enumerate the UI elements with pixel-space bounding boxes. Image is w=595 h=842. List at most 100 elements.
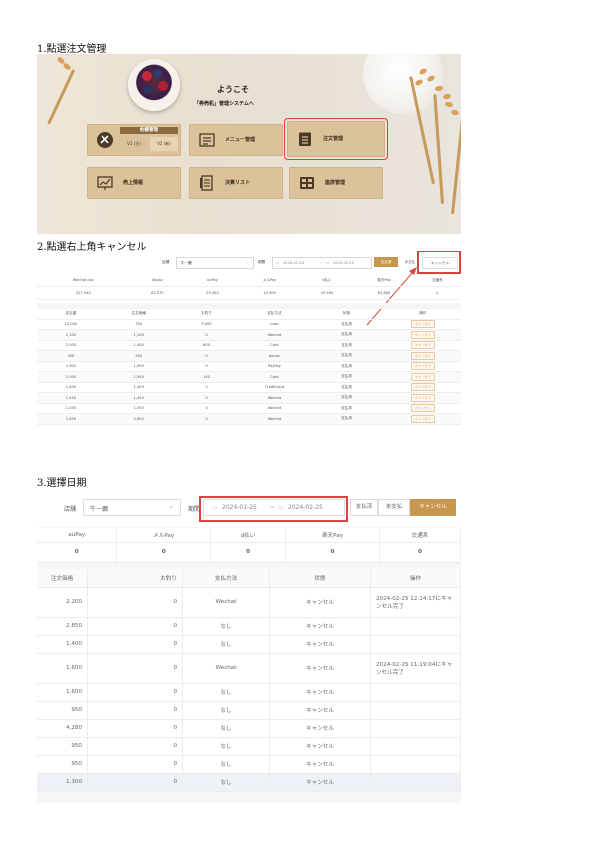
- table-cell: 0: [87, 755, 183, 774]
- chevron-down-icon: ⌄: [168, 502, 174, 510]
- sales-info-button[interactable]: 売上情報: [87, 167, 181, 199]
- table-cell: Wechat: [240, 392, 309, 404]
- table-cell: 1,450: [37, 392, 105, 404]
- settlement-list-button[interactable]: 決算リスト: [189, 167, 283, 199]
- row-cancel-button[interactable]: キャンセル: [410, 393, 435, 402]
- table-row: 1,100 1,100 0 Wechat 支払済 キャンセル: [37, 329, 461, 341]
- tools-icon: [97, 132, 113, 148]
- orders-table: 注文価格 お釣り 支払方法 状態 操作 2,200 0 Wechat キャンセル 202…: [37, 569, 461, 792]
- cell-action: キャンセル: [384, 371, 461, 383]
- table-cell: 0: [87, 719, 183, 738]
- row-cancel-button[interactable]: キャンセル: [410, 341, 435, 350]
- table-cell: 1,950: [104, 371, 173, 383]
- table-row: 10,000 700 9,300 Cash 支払済 キャンセル: [37, 319, 461, 330]
- table-cell: 0: [172, 329, 241, 341]
- table-cell: 10,000: [37, 319, 105, 330]
- table-row: 950 0 なし キャンセル: [37, 701, 461, 720]
- table-row: 2,850 0 なし キャンセル: [37, 617, 461, 636]
- seat-grid-icon: [300, 177, 314, 189]
- berry-bowl-image: [128, 59, 180, 111]
- summary-value-row: 327,540 62,570 20,450 10,900 29,560 61,8…: [37, 286, 461, 300]
- table-cell: 550: [104, 350, 173, 362]
- table-cell: 2,200: [37, 587, 88, 618]
- highlight-date-box: [199, 496, 348, 522]
- summary-value: 62,570: [129, 286, 185, 300]
- cell-action-note: [370, 755, 461, 774]
- summary-table: auPay メルPay d払い 楽天Pay 交通系 0 0 0 0 0: [37, 528, 461, 563]
- summary-header: Alipay: [129, 275, 185, 287]
- table-cell: なし: [182, 719, 270, 738]
- table-cell: Wechat: [240, 329, 309, 341]
- table-cell: 支払済: [308, 329, 385, 341]
- table-cell: 0: [172, 382, 241, 393]
- row-cancel-button[interactable]: キャンセル: [410, 404, 435, 413]
- summary-header: メルPay: [240, 275, 300, 287]
- column-header: お釣り: [87, 569, 183, 588]
- cell-action: キャンセル: [384, 413, 461, 425]
- table-cell: 支払済: [308, 350, 385, 362]
- column-header: 支払方法: [240, 309, 309, 320]
- summary-header-row: auPay メルPay d払い 楽天Pay 交通系: [37, 528, 461, 543]
- table-cell: 0: [87, 773, 183, 792]
- table-cell: 0: [172, 403, 241, 414]
- reservation-v2-button[interactable]: V2 (新): [150, 137, 178, 151]
- table-cell: 550: [37, 350, 105, 362]
- table-cell: PayPay: [240, 361, 309, 372]
- table-row: 2,200 0 Wechat キャンセル 2024-02-25 12:14:17にキャン…: [37, 587, 461, 618]
- row-cancel-button[interactable]: キャンセル: [410, 330, 435, 339]
- table-cell: 1,450: [104, 392, 173, 404]
- store-label: 店舗: [64, 506, 77, 513]
- reservation-v1-button[interactable]: V1 (古): [120, 137, 148, 151]
- menu-management-label: メニュー管理: [225, 137, 256, 143]
- table-cell: Wechat: [182, 653, 270, 684]
- table-cell: 1,400: [104, 382, 173, 393]
- table-cell: 1,050: [37, 403, 105, 414]
- unpaid-button[interactable]: 未支払: [378, 499, 410, 516]
- table-cell: Cash: [240, 319, 309, 330]
- table-cell: 2,650: [104, 413, 173, 425]
- table-cell: 1,050: [104, 403, 173, 414]
- table-cell: キャンセル: [269, 773, 371, 792]
- order-management-button[interactable]: 注文管理: [284, 118, 388, 160]
- table-cell: 1,100: [104, 329, 173, 341]
- summary-value: 0: [413, 286, 461, 300]
- table-row: 550 550 0 Alipay 支払済 キャンセル: [37, 350, 461, 362]
- table-cell: 9,300: [172, 319, 241, 330]
- cell-action-note: [370, 737, 461, 756]
- column-header: お釣り: [172, 309, 241, 320]
- step-3-heading: 3.選擇日期: [37, 478, 87, 489]
- summary-header: d払い: [299, 275, 355, 287]
- row-cancel-button[interactable]: キャンセル: [410, 320, 435, 329]
- row-cancel-button[interactable]: キャンセル: [410, 414, 435, 423]
- paid-button[interactable]: 支払済: [350, 499, 378, 516]
- table-cell: 0: [87, 653, 183, 684]
- table-row: 1,400 1,400 0 CreditCard 支払済 キャンセル: [37, 382, 461, 393]
- row-cancel-button[interactable]: キャンセル: [410, 383, 435, 392]
- summary-header-row: Wechat pay Alipay auPay メルPay d払い 楽天Pay …: [37, 275, 461, 287]
- summary-value: 327,540: [37, 286, 130, 300]
- summary-value: 0: [37, 542, 118, 563]
- receipt-icon: [200, 175, 213, 191]
- table-cell: 1,900: [37, 361, 105, 372]
- table-cell: キャンセル: [269, 719, 371, 738]
- table-cell: 4,280: [37, 719, 88, 738]
- row-cancel-button[interactable]: キャンセル: [410, 362, 435, 371]
- seat-management-button[interactable]: 座席管理: [289, 167, 383, 199]
- milk-cup-image: [363, 54, 443, 114]
- table-cell: 2,095: [37, 371, 105, 383]
- row-cancel-button[interactable]: キャンセル: [410, 372, 435, 381]
- cell-action: キャンセル: [384, 329, 461, 341]
- row-cancel-button[interactable]: キャンセル: [410, 351, 435, 360]
- table-cell: 145: [172, 371, 241, 383]
- summary-header: Wechat pay: [37, 275, 130, 287]
- table-cell: 支払済: [308, 371, 385, 383]
- table-cell: なし: [182, 701, 270, 720]
- cancel-filter-button[interactable]: キャンセル: [410, 499, 456, 516]
- order-management-label: 注文管理: [323, 136, 344, 142]
- table-cell: 950: [37, 701, 88, 720]
- menu-management-button[interactable]: メニュー管理: [189, 124, 283, 156]
- table-cell: 0: [172, 350, 241, 362]
- store-select[interactable]: 牛一鵬 ⌄: [83, 499, 181, 516]
- table-cell: 2,650: [37, 413, 105, 425]
- table-row: 2,095 1,950 145 Cash 支払済 キャンセル: [37, 371, 461, 383]
